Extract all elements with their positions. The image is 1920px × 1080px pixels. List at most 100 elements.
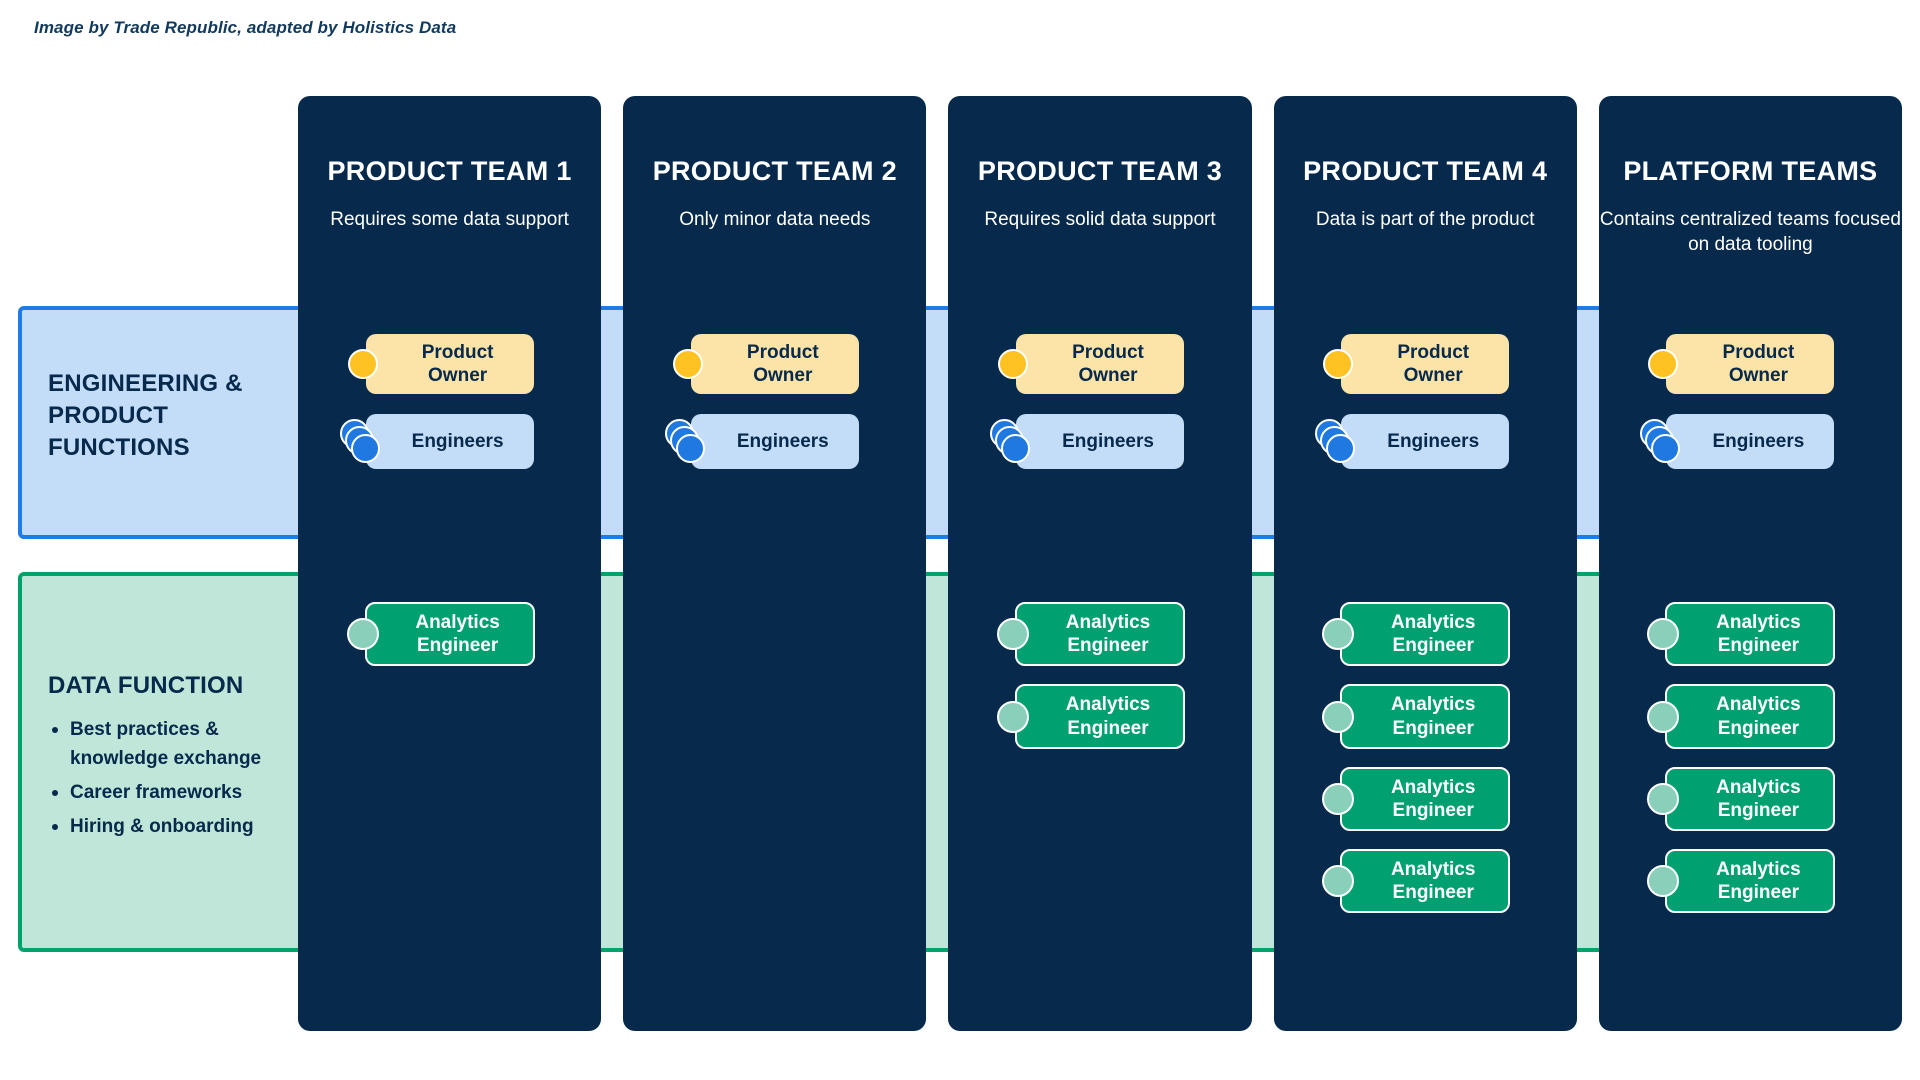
- data-function-bullet-label: Career frameworks: [70, 781, 243, 803]
- analytics-engineer-label: Analytics Engineer: [1390, 776, 1476, 821]
- team-column: PRODUCT TEAM 3 Requires solid data suppor…: [948, 96, 1252, 1031]
- product-owner-chip[interactable]: Product Owner: [672, 334, 859, 395]
- team-column: PRODUCT TEAM 1 Requires some data support…: [298, 96, 602, 1031]
- team-column-title: PRODUCT TEAM 3: [977, 156, 1223, 186]
- analytics-engineer-label: Analytics Engineer: [1390, 694, 1476, 739]
- product-owner-label: Product Owner: [421, 342, 494, 387]
- engineers-avatar-group-icon: [1315, 418, 1363, 465]
- bullet-dot-icon: [52, 823, 58, 830]
- team-column-subtitle: Data is part of the product: [1315, 209, 1535, 230]
- analytics-engineer-avatar-icon: [1322, 782, 1355, 815]
- engineers-chip[interactable]: Engineers: [990, 414, 1184, 470]
- engineers-chip[interactable]: Engineers: [1640, 414, 1835, 470]
- analytics-engineer-chip[interactable]: Analytics Engineer: [997, 684, 1185, 749]
- team-column: PLATFORM TEAMS Contains centralized teams…: [1598, 96, 1903, 1031]
- analytics-engineer-label: Analytics Engineer: [1716, 612, 1801, 657]
- team-column: PRODUCT TEAM 4 Data is part of the produc…: [1273, 96, 1577, 1031]
- data-chip-zone: Analytics Engineer: [298, 572, 601, 952]
- engineer-avatar-icon: [1651, 433, 1681, 463]
- product-owner-chip[interactable]: Product Owner: [1648, 334, 1835, 395]
- engineers-chip[interactable]: Engineers: [664, 414, 859, 470]
- product-owner-label: Product Owner: [1397, 342, 1470, 387]
- product-owner-avatar-icon: [1323, 349, 1354, 380]
- data-function-bullet-label: Hiring & onboarding: [70, 815, 254, 837]
- analytics-engineer-chip[interactable]: Analytics Engineer: [1647, 849, 1836, 914]
- data-function-bullet: Best practices & knowledge exchange: [48, 716, 308, 774]
- analytics-engineer-chip[interactable]: Analytics Engineer: [1322, 602, 1511, 667]
- data-function-bullet: Career frameworks: [48, 779, 308, 808]
- analytics-engineer-avatar-icon: [997, 700, 1029, 733]
- analytics-engineer-label: Analytics Engineer: [1390, 612, 1476, 657]
- data-function-bullet: Hiring & onboarding: [48, 813, 308, 842]
- analytics-engineer-label: Analytics Engineer: [1716, 776, 1801, 821]
- analytics-engineer-avatar-icon: [1647, 865, 1680, 898]
- analytics-engineer-chip[interactable]: Analytics Engineer: [1322, 766, 1511, 832]
- analytics-engineer-label: Analytics Engineer: [1716, 859, 1801, 904]
- analytics-engineer-label: Analytics Engineer: [1716, 694, 1801, 739]
- bullet-dot-icon: [52, 789, 58, 796]
- engineers-label: Engineers: [736, 431, 829, 453]
- analytics-engineer-avatar-icon: [346, 618, 379, 651]
- team-column-title: PRODUCT TEAM 4: [1303, 156, 1548, 186]
- data-function-bullet-list: Best practices & knowledge exchange Caree…: [48, 716, 308, 842]
- engineers-label: Engineers: [411, 431, 504, 453]
- engineer-avatar-icon: [1001, 433, 1030, 463]
- engineers-label: Engineers: [1712, 431, 1805, 453]
- product-owner-label: Product Owner: [746, 342, 819, 387]
- engineers-avatar-group-icon: [339, 418, 388, 465]
- analytics-engineer-chip[interactable]: Analytics Engineer: [1322, 849, 1511, 914]
- data-function-band-label: DATA FUNCTION Best practices & knowledge…: [48, 672, 308, 847]
- analytics-engineer-chip[interactable]: Analytics Engineer: [1647, 766, 1836, 832]
- product-owner-avatar-icon: [347, 349, 378, 380]
- analytics-engineer-label: Analytics Engineer: [1065, 694, 1151, 739]
- engineering-chip-zone: Product Owner Engineers: [1599, 306, 1902, 539]
- product-owner-avatar-icon: [672, 349, 703, 380]
- engineers-avatar-group-icon: [1640, 418, 1688, 465]
- engineers-label: Engineers: [1387, 431, 1480, 453]
- analytics-engineer-label: Analytics Engineer: [415, 612, 500, 657]
- team-column-subtitle: Contains centralized teams focused on da…: [1599, 209, 1901, 256]
- product-owner-avatar-icon: [998, 349, 1028, 380]
- data-chip-zone: Analytics Engineer Analytics Engineer Anal…: [1274, 572, 1577, 952]
- engineering-chip-zone: Product Owner Engineers: [623, 306, 926, 539]
- analytics-engineer-label: Analytics Engineer: [1065, 612, 1151, 657]
- engineering-chip-zone: Product Owner Engineers: [1274, 306, 1577, 539]
- analytics-engineer-label: Analytics Engineer: [1390, 859, 1476, 904]
- product-owner-label: Product Owner: [1722, 342, 1795, 387]
- team-column-subtitle: Requires some data support: [330, 209, 569, 230]
- product-owner-avatar-icon: [1648, 349, 1679, 380]
- analytics-engineer-chip[interactable]: Analytics Engineer: [1322, 684, 1511, 749]
- analytics-engineer-chip[interactable]: Analytics Engineer: [346, 602, 535, 667]
- diagram-canvas: Image by Trade Republic, adapted by Holi…: [0, 0, 1920, 1080]
- team-column-subtitle: Requires solid data support: [984, 209, 1216, 230]
- engineering-chip-zone: Product Owner Engineers: [948, 306, 1251, 539]
- team-column-title: PLATFORM TEAMS: [1623, 156, 1878, 186]
- data-chip-zone: Analytics Engineer Analytics Engineer Anal…: [1599, 572, 1902, 952]
- engineers-avatar-group-icon: [664, 418, 713, 465]
- engineering-chip-zone: Product Owner Engineers: [298, 306, 601, 539]
- engineer-avatar-icon: [1326, 433, 1356, 463]
- engineers-chip[interactable]: Engineers: [339, 414, 534, 470]
- product-owner-chip[interactable]: Product Owner: [1323, 334, 1510, 395]
- engineers-chip[interactable]: Engineers: [1315, 414, 1510, 470]
- team-columns: PRODUCT TEAM 1 Requires some data support…: [298, 96, 1903, 1031]
- analytics-engineer-avatar-icon: [997, 618, 1029, 651]
- data-function-title: DATA FUNCTION: [48, 672, 244, 699]
- engineer-avatar-icon: [675, 433, 705, 463]
- analytics-engineer-chip[interactable]: Analytics Engineer: [997, 602, 1185, 667]
- analytics-engineer-chip[interactable]: Analytics Engineer: [1647, 684, 1836, 749]
- bullet-dot-icon: [52, 727, 58, 733]
- analytics-engineer-avatar-icon: [1322, 700, 1355, 733]
- engineers-avatar-group-icon: [990, 418, 1038, 465]
- image-credit-caption: Image by Trade Republic, adapted by Holi…: [34, 18, 457, 37]
- team-column-title: PRODUCT TEAM 1: [327, 156, 572, 186]
- product-owner-label: Product Owner: [1072, 342, 1144, 387]
- team-column: PRODUCT TEAM 2 Only minor data needs Produ…: [623, 96, 927, 1031]
- analytics-engineer-chip[interactable]: Analytics Engineer: [1647, 602, 1836, 667]
- product-owner-chip[interactable]: Product Owner: [998, 334, 1184, 395]
- product-owner-chip[interactable]: Product Owner: [347, 334, 534, 395]
- analytics-engineer-avatar-icon: [1647, 700, 1680, 733]
- team-column-title: PRODUCT TEAM 2: [652, 156, 897, 186]
- data-chip-zone: [623, 572, 926, 952]
- engineer-avatar-icon: [350, 433, 380, 463]
